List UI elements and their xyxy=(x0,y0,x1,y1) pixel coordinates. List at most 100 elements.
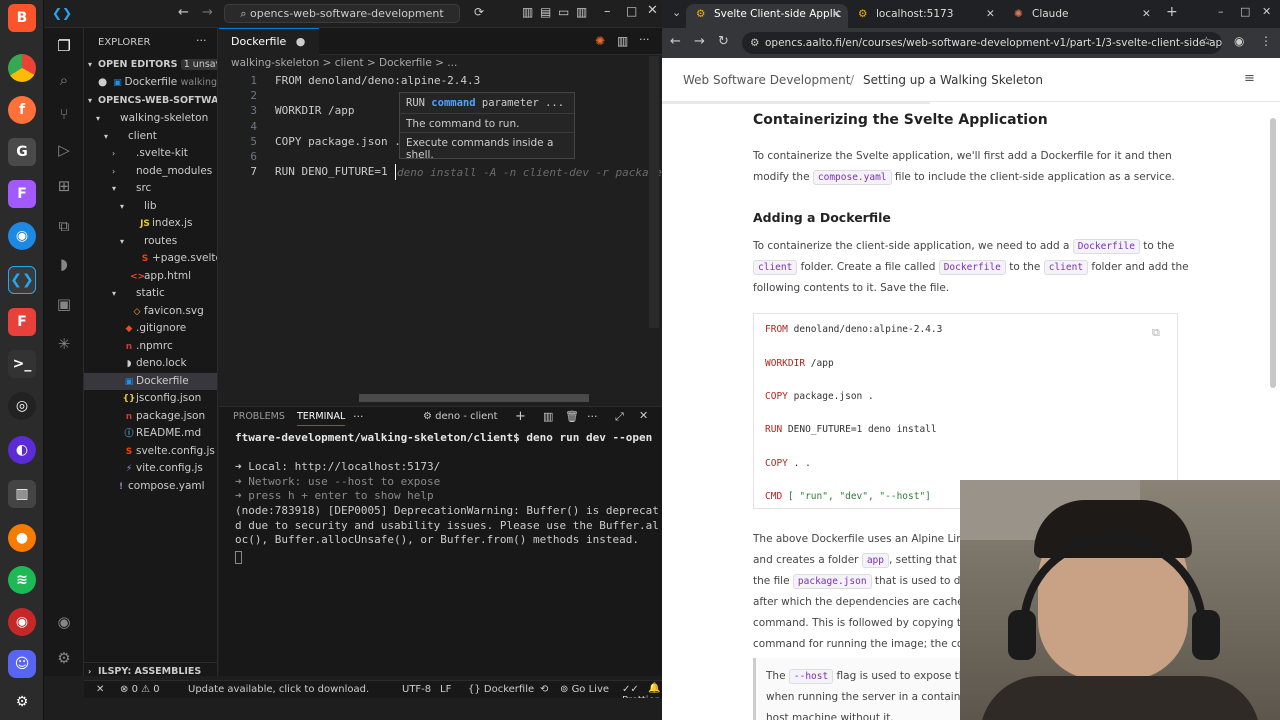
tree-item[interactable]: ▾ src xyxy=(84,180,217,198)
code-line[interactable]: WORKDIR /app xyxy=(275,104,354,117)
inline-suggestion[interactable]: deno install -A -n client-dev -r package xyxy=(397,166,663,179)
explorer-icon[interactable]: ❐ xyxy=(52,34,76,58)
code-line[interactable]: RUN DENO_FUTURE=1 xyxy=(275,165,388,178)
terminal-more-icon[interactable]: ··· xyxy=(587,410,598,423)
copy-icon[interactable]: ⧉ xyxy=(1152,326,1160,340)
address-bar[interactable]: ⚙ opencs.aalto.fi/en/courses/web-software… xyxy=(742,32,1222,54)
site-info-icon[interactable]: ⚙ xyxy=(750,32,759,54)
browser-tab-active[interactable]: ⚙ Svelte Client-side Applic ✕ xyxy=(686,4,848,28)
tree-item[interactable]: ▾ lib xyxy=(84,198,217,216)
browser-reload-icon[interactable]: ↻ xyxy=(718,34,729,49)
horizontal-scrollbar[interactable] xyxy=(359,394,589,402)
maximize-icon[interactable]: □ xyxy=(626,4,637,18)
remote-icon[interactable]: ⧉ xyxy=(52,214,76,238)
tree-item[interactable]: ◆ .gitignore xyxy=(84,320,217,338)
figma-icon[interactable]: F xyxy=(8,180,36,208)
obs-icon[interactable]: ◎ xyxy=(8,392,36,420)
browser-tab-localhost[interactable]: ⚙ localhost:5173 ✕ xyxy=(848,4,1004,28)
docker-icon[interactable]: ▣ xyxy=(52,292,76,316)
open-editors-section[interactable]: ▾OPEN EDITORS 1 unsaved xyxy=(84,56,217,74)
run-debug-icon[interactable]: ▷ xyxy=(52,138,76,162)
encoding[interactable]: UTF-8 xyxy=(402,684,431,695)
vertical-scrollbar[interactable] xyxy=(649,56,659,328)
editor-more-icon[interactable]: ··· xyxy=(639,33,650,46)
tree-item[interactable]: › .svelte-kit xyxy=(84,145,217,163)
tab-terminal[interactable]: TERMINAL xyxy=(297,411,346,426)
tree-item[interactable]: S +page.svelte xyxy=(84,250,217,268)
forward-arrow-icon[interactable]: → xyxy=(202,5,213,20)
vscode-icon[interactable]: ❮❯ xyxy=(8,266,36,294)
sync-icon[interactable]: ⟳ xyxy=(474,5,484,19)
account-icon[interactable]: ◉ xyxy=(52,610,76,634)
open-editor-item[interactable]: ● ▣Dockerfile walking... xyxy=(84,74,217,92)
hamburger-menu-icon[interactable]: ≡ xyxy=(1244,71,1255,86)
tab-close-icon[interactable]: ✕ xyxy=(832,4,841,24)
maximize-panel-icon[interactable]: ⤢ xyxy=(615,410,624,424)
settings-gear-icon[interactable]: ⚙ xyxy=(52,646,76,670)
spotify-icon[interactable]: ≋ xyxy=(8,566,36,594)
go-live-button[interactable]: ⊚ Go Live xyxy=(560,684,609,695)
profile-icon[interactable]: ◉ xyxy=(1234,34,1244,48)
tree-item[interactable]: ! compose.yaml xyxy=(84,478,217,496)
ilspy-section[interactable]: › ILSPY: ASSEMBLIES xyxy=(84,662,217,676)
tree-item[interactable]: ▾ client xyxy=(84,128,217,146)
firefox-icon[interactable]: f xyxy=(8,96,36,124)
toggle-sidebar-icon[interactable]: ▤ xyxy=(540,5,551,19)
close-icon[interactable]: ✕ xyxy=(647,3,658,18)
discord-icon[interactable]: ☺ xyxy=(8,650,36,678)
app-red-icon[interactable]: F xyxy=(8,308,36,336)
back-arrow-icon[interactable]: ← xyxy=(178,5,189,20)
tree-item[interactable]: Ssvelte.config.js xyxy=(84,443,217,461)
code-line[interactable]: FROM denoland/deno:alpine-2.4.3 xyxy=(275,74,480,87)
terminal-icon[interactable]: >_ xyxy=(8,350,36,378)
remote-indicator-icon[interactable]: ✕ xyxy=(96,684,104,695)
tab-close-icon[interactable]: ✕ xyxy=(1142,4,1151,24)
source-control-icon[interactable]: ⑂ xyxy=(52,102,76,126)
tab-close-icon[interactable]: ✕ xyxy=(986,4,995,24)
course-link[interactable]: Web Software Development xyxy=(683,73,850,87)
code-line[interactable]: COPY package.json . xyxy=(275,135,401,148)
tree-item[interactable]: ▣ Dockerfile xyxy=(84,372,217,390)
tree-item[interactable]: n package.json xyxy=(84,408,217,426)
files-icon[interactable]: ▥ xyxy=(8,480,36,508)
command-search-input[interactable]: ⌕ opencs-web-software-development xyxy=(224,4,460,23)
extensions-icon[interactable]: ⊞ xyxy=(52,174,76,198)
tree-item[interactable]: ▾ routes xyxy=(84,233,217,251)
browser-maximize-icon[interactable]: □ xyxy=(1240,5,1250,18)
copilot-icon[interactable]: ✳ xyxy=(52,332,76,356)
split-editor-icon[interactable]: ▥ xyxy=(617,34,628,48)
search-view-icon[interactable]: ⌕ xyxy=(52,68,76,92)
language-mode[interactable]: {} Dockerfile xyxy=(468,684,534,695)
browser-menu-icon[interactable]: ⋮ xyxy=(1260,34,1272,48)
panel-more-icon[interactable]: ··· xyxy=(353,410,364,423)
tree-item[interactable]: ▾ walking-skeleton xyxy=(84,110,217,128)
tree-item[interactable]: ▾ static xyxy=(84,285,217,303)
gimp-icon[interactable]: G xyxy=(8,138,36,166)
tab-list-icon[interactable]: ⌄ xyxy=(672,6,681,19)
breadcrumb[interactable]: walking-skeleton > client > Dockerfile >… xyxy=(231,57,457,69)
new-terminal-icon[interactable]: + xyxy=(515,409,526,424)
tree-item[interactable]: ◇ favicon.svg xyxy=(84,303,217,321)
tree-item[interactable]: › node_modules xyxy=(84,163,217,181)
blender-icon[interactable]: ● xyxy=(8,524,36,552)
layout-icon[interactable]: ▥ xyxy=(522,5,533,19)
tree-item[interactable]: JS index.js xyxy=(84,215,217,233)
toggle-panel-icon[interactable]: ▭ xyxy=(558,5,569,19)
minimize-icon[interactable]: – xyxy=(604,4,611,19)
new-tab-icon[interactable]: + xyxy=(1166,4,1178,20)
brave-icon[interactable]: B xyxy=(8,4,36,32)
tab-problems[interactable]: PROBLEMS xyxy=(233,411,285,422)
apps-grid-icon[interactable]: ⚙ xyxy=(8,688,36,716)
split-terminal-icon[interactable]: ▥ xyxy=(543,410,553,423)
tree-item[interactable]: ⓘ README.md xyxy=(84,425,217,443)
browser-close-icon[interactable]: ✕ xyxy=(1262,5,1271,18)
app-eye-icon[interactable]: ◉ xyxy=(8,608,36,636)
problems-indicator[interactable]: ⊗ 0 ⚠ 0 xyxy=(120,684,160,695)
app-purple-icon[interactable]: ◐ xyxy=(8,436,36,464)
browser-forward-icon[interactable]: → xyxy=(694,34,705,49)
browser-minimize-icon[interactable]: – xyxy=(1218,5,1224,18)
tree-item[interactable]: ⚡ vite.config.js xyxy=(84,460,217,478)
terminal-instance[interactable]: ⚙ deno - client xyxy=(423,411,498,422)
notifications-bell-icon[interactable]: 🔔 xyxy=(648,683,660,694)
sync-status-icon[interactable]: ⟲ xyxy=(540,684,548,695)
